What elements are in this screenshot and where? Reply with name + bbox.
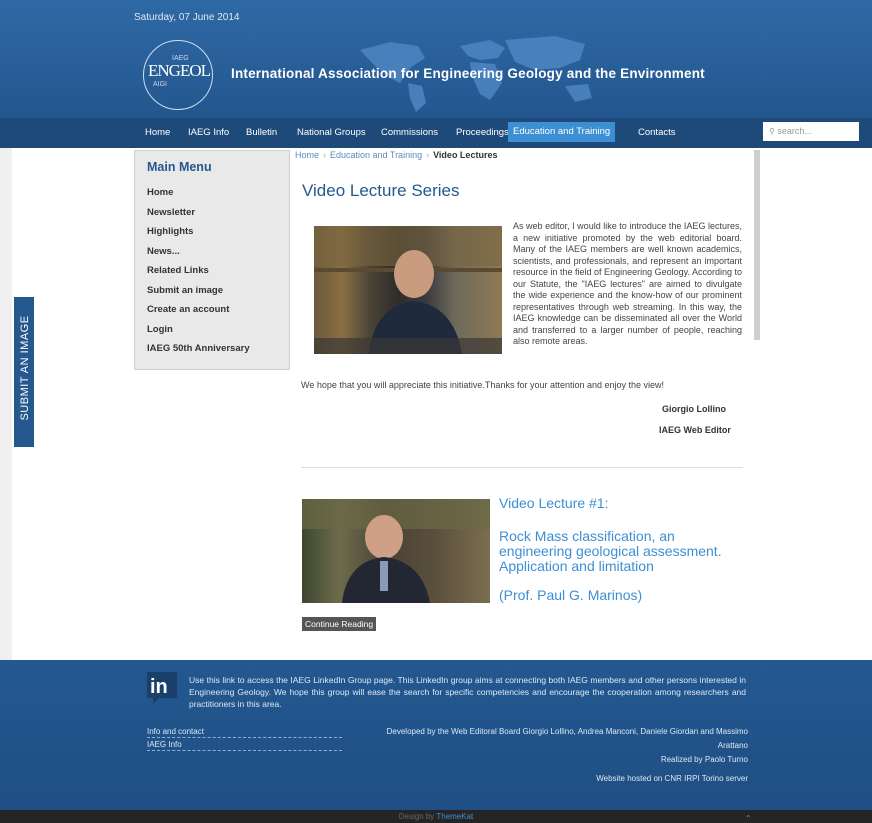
nav-item-contacts[interactable]: Contacts — [638, 118, 676, 148]
menu-item-submit-an-image[interactable]: Submit an image — [147, 285, 223, 296]
menu-item-newsletter[interactable]: Newsletter — [147, 207, 195, 218]
web-editor-photo — [314, 226, 502, 354]
main-navigation: Home IAEG Info Bulletin National Groups … — [0, 118, 872, 148]
logo-aigi-text: AIGI — [153, 81, 168, 88]
menu-item-iaeg-50th-anniversary[interactable]: IAEG 50th Anniversary — [147, 343, 250, 354]
header-date: Saturday, 07 June 2014 — [134, 12, 240, 23]
menu-item-highlights[interactable]: Highlights — [147, 226, 193, 237]
menu-item-related-links[interactable]: Related Links — [147, 265, 209, 276]
submit-image-tab[interactable]: SUBMIT AN IMAGE — [14, 297, 34, 447]
breadcrumb-home[interactable]: Home — [295, 150, 319, 160]
footer-link-iaeg-info[interactable]: IAEG Info — [147, 740, 342, 751]
signature-role: IAEG Web Editor — [659, 425, 731, 435]
linkedin-icon[interactable]: in — [147, 672, 177, 704]
menu-item-create-an-account[interactable]: Create an account — [147, 304, 229, 315]
nav-item-iaeg-info[interactable]: IAEG Info — [188, 118, 229, 148]
lecture-thumbnail-graphic — [302, 499, 490, 603]
continue-reading-button[interactable]: Continue Reading — [302, 617, 377, 631]
themekat-link[interactable]: ThemeKat — [436, 812, 473, 821]
thanks-text: We hope that you will appreciate this in… — [301, 380, 665, 390]
intro-paragraph: As web editor, I would like to introduce… — [513, 221, 742, 346]
lecture-thumbnail[interactable] — [302, 499, 490, 603]
content-divider — [301, 467, 743, 468]
linkedin-description: Use this link to access the IAEG LinkedI… — [189, 675, 746, 709]
main-menu-panel — [134, 150, 290, 370]
menu-item-login[interactable]: Login — [147, 324, 173, 335]
breadcrumb-separator-icon: › — [323, 150, 327, 160]
submit-image-label: SUBMIT AN IMAGE — [19, 315, 31, 421]
svg-text:in: in — [150, 676, 168, 698]
nav-item-commissions[interactable]: Commissions — [381, 118, 438, 148]
web-editor-photo-graphic — [314, 226, 502, 354]
menu-item-news[interactable]: News... — [147, 246, 180, 257]
design-credit: Design by ThemeKat — [0, 812, 872, 821]
realized-by-text: Realized by Paolo Turno — [660, 755, 748, 764]
lecture-subtitle: Rock Mass classification, an engineering… — [499, 528, 722, 574]
lecture-author: (Prof. Paul G. Marinos) — [499, 587, 643, 603]
breadcrumb-current: Video Lectures — [433, 150, 498, 160]
footer-link-info-and-contact[interactable]: Info and contact — [147, 727, 342, 738]
breadcrumb-section[interactable]: Education and Training — [330, 150, 422, 160]
site-title: International Association for Engineerin… — [231, 66, 705, 81]
page-title: Video Lecture Series — [302, 181, 460, 200]
breadcrumb-separator-icon: › — [426, 150, 430, 160]
content-scrollbar[interactable] — [754, 150, 760, 340]
engeol-logo[interactable]: IAEG ENGEOL AIGI — [143, 40, 213, 110]
developed-by-text: Developed by the Web Editoral Board Gior… — [386, 727, 748, 750]
nav-item-proceedings[interactable]: Proceedings — [456, 118, 509, 148]
nav-item-home[interactable]: Home — [145, 118, 170, 148]
signature-name: Giorgio Lollino — [662, 404, 726, 414]
nav-item-education-and-training[interactable]: Education and Training — [508, 122, 616, 142]
back-to-top-icon[interactable]: ⌃ — [745, 814, 752, 823]
nav-item-national-groups[interactable]: National Groups — [297, 118, 366, 148]
hosted-by-text: Website hosted on CNR IRPI Torino server — [596, 774, 748, 783]
nav-item-bulletin[interactable]: Bulletin — [246, 118, 277, 148]
breadcrumb: Home › Education and Training › Video Lectur… — [295, 150, 497, 160]
main-menu-title: Main Menu — [147, 160, 212, 174]
menu-item-home[interactable]: Home — [147, 187, 173, 198]
search-icon: ⚲ — [769, 127, 775, 136]
design-by-prefix: Design by — [398, 812, 435, 821]
search-placeholder: search... — [777, 126, 812, 136]
logo-main-text: ENGEOL — [148, 61, 211, 80]
footer-credits: Developed by the Web Editoral Board Gior… — [360, 725, 748, 767]
search-input[interactable]: ⚲ search... — [763, 122, 859, 141]
lecture-title[interactable]: Video Lecture #1: — [499, 495, 609, 511]
